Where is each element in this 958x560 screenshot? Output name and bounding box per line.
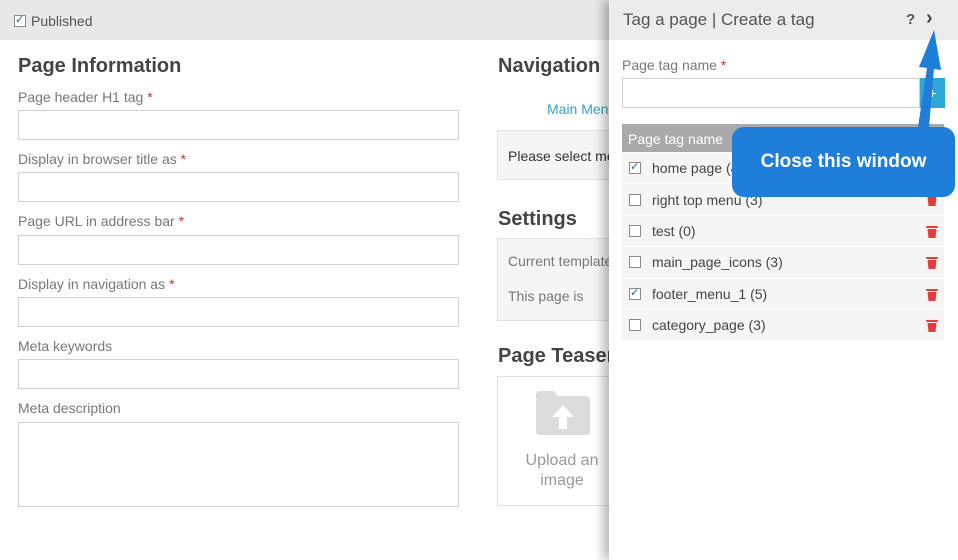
tag-row: footer_menu_1 (5) — [622, 278, 944, 310]
tag-checkbox[interactable] — [629, 256, 641, 269]
trash-icon[interactable] — [926, 319, 938, 332]
page-teaser-title: Page Teaser — [498, 345, 615, 367]
upload-folder-icon — [536, 391, 590, 435]
meta-keywords-label: Meta keywords — [18, 338, 113, 354]
navigation-title: Navigation — [498, 55, 601, 77]
page-information-title: Page Information — [18, 55, 182, 77]
tag-panel: Tag a page | Create a tag ? › Page tag n… — [609, 0, 958, 560]
meta-keywords-input[interactable] — [18, 359, 459, 389]
navigation-name-input[interactable] — [18, 297, 459, 327]
add-tag-button[interactable]: + — [920, 78, 945, 108]
tag-row: test (0) — [622, 215, 944, 248]
h1-tag-label: Page header H1 tag * — [18, 89, 153, 105]
upload-image-text: Upload an image — [525, 452, 599, 489]
help-icon[interactable]: ? — [906, 11, 915, 28]
browser-title-label: Display in browser title as * — [18, 151, 187, 167]
tag-label: footer_menu_1 (5) — [652, 285, 768, 302]
tag-panel-header: Tag a page | Create a tag ? › — [609, 0, 958, 40]
h1-tag-input[interactable] — [18, 110, 459, 140]
tag-name-input[interactable] — [622, 78, 920, 108]
tag-checkbox[interactable] — [629, 286, 641, 300]
tag-label: home page (4) — [652, 160, 744, 177]
tag-label: category_page (3) — [652, 317, 766, 334]
settings-title: Settings — [498, 208, 577, 230]
close-panel-chevron-icon[interactable]: › — [926, 7, 933, 30]
navigation-name-label: Display in navigation as * — [18, 276, 175, 292]
page-url-label: Page URL in address bar * — [18, 213, 185, 229]
published-checkbox[interactable] — [14, 13, 26, 27]
tag-table-header-label: Page tag name — [628, 131, 723, 147]
page-is-label: This page is — [508, 288, 584, 304]
trash-icon[interactable] — [926, 256, 938, 270]
page-url-input[interactable] — [18, 235, 459, 265]
tag-panel-title: Tag a page | Create a tag — [623, 10, 815, 29]
published-toggle[interactable]: Published — [14, 13, 93, 29]
browser-title-input[interactable] — [18, 172, 459, 202]
tag-row: category_page (3) — [622, 309, 944, 342]
trash-icon[interactable] — [926, 288, 938, 301]
meta-description-textarea[interactable] — [18, 422, 459, 507]
tag-checkbox[interactable] — [629, 193, 641, 206]
tag-label: main_page_icons (3) — [652, 254, 783, 271]
tag-checkbox[interactable] — [629, 160, 641, 175]
meta-description-label: Meta description — [18, 400, 121, 416]
current-template-label: Current template — [508, 253, 613, 269]
tag-name-label: Page tag name * — [622, 57, 727, 73]
main-menu-link[interactable]: Main Menu — [547, 101, 616, 117]
published-label: Published — [31, 13, 93, 29]
close-window-callout: Close this window — [732, 127, 955, 197]
tag-checkbox[interactable] — [629, 319, 641, 332]
trash-icon[interactable] — [926, 225, 938, 238]
tag-row: main_page_icons (3) — [622, 247, 944, 279]
tag-label: test (0) — [652, 222, 696, 239]
tag-checkbox[interactable] — [629, 224, 641, 237]
